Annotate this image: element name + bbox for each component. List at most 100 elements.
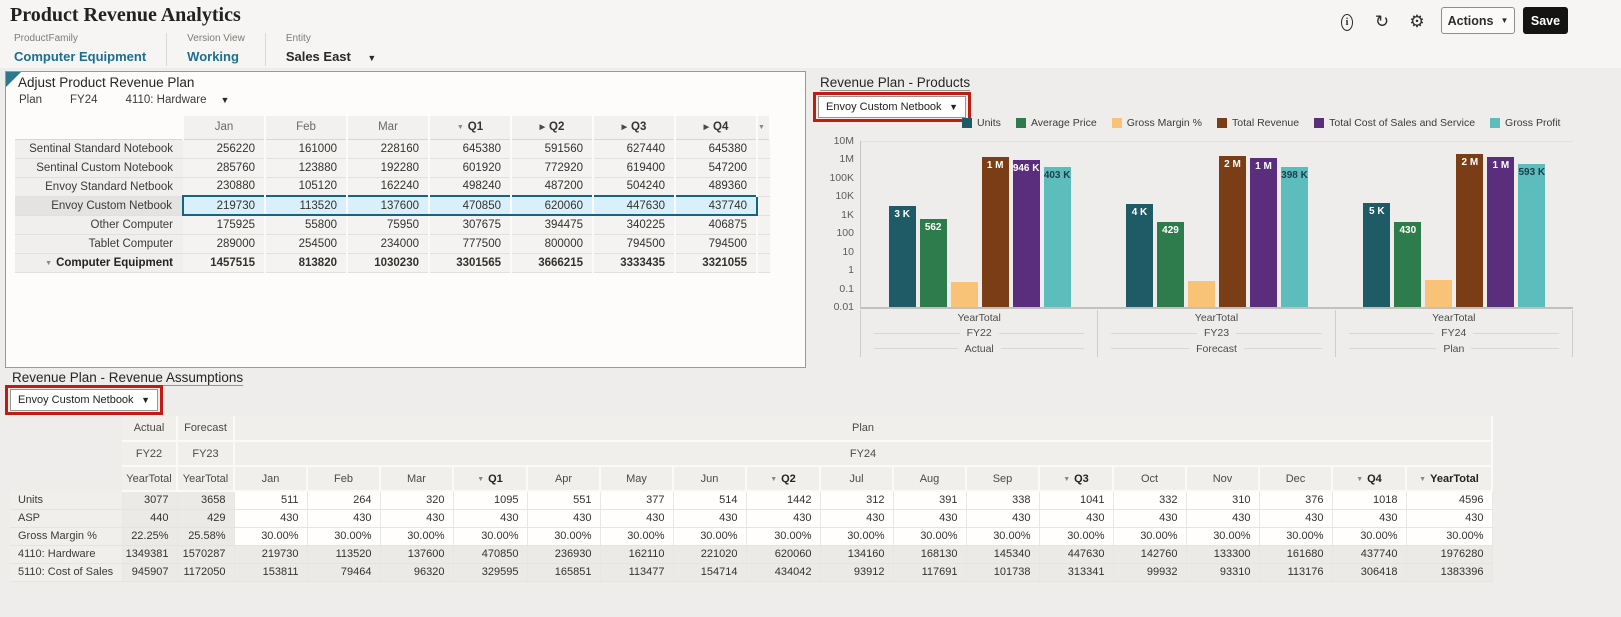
grid-cell[interactable]: 113520 (265, 195, 348, 216)
grid-cell[interactable]: 289000 (183, 234, 266, 254)
grid-cell[interactable]: 162240 (347, 177, 430, 197)
context-account[interactable]: 4110: Hardware (126, 94, 207, 106)
assumption-cell[interactable]: 1018 (1332, 491, 1407, 510)
save-button[interactable]: Save (1523, 7, 1568, 34)
row-header-5110-cost-of-sales[interactable]: 5110: Cost of Sales (10, 563, 123, 582)
assumption-cell[interactable]: 430 (234, 509, 308, 528)
assumption-cell[interactable]: 310 (1186, 491, 1260, 510)
row-header-units[interactable]: Units (10, 491, 123, 510)
grid-cell[interactable]: 645380 (429, 139, 512, 159)
assumption-cell[interactable]: 30.00% (1186, 527, 1260, 546)
assumption-cell[interactable]: 30.00% (527, 527, 601, 546)
grid-cell[interactable]: 394475 (511, 215, 594, 235)
grid-cell[interactable]: 137600 (347, 195, 430, 216)
row-header-envoy-custom-netbook[interactable]: Envoy Custom Netbook (15, 196, 183, 216)
expand-collapse-icon[interactable]: ▼ (758, 124, 765, 131)
row-header-sentinal-standard-notebook[interactable]: Sentinal Standard Notebook (15, 139, 183, 159)
assumption-cell[interactable]: 430 (600, 509, 674, 528)
assumption-cell[interactable]: 30.00% (966, 527, 1040, 546)
grid-cell[interactable]: 228160 (347, 139, 430, 159)
column-header-q2[interactable]: ▼ Q2 (746, 466, 821, 492)
assumption-cell[interactable]: 430 (893, 509, 967, 528)
assumption-cell[interactable]: 338 (966, 491, 1040, 510)
assumption-cell[interactable]: 30.00% (746, 527, 821, 546)
assumption-cell[interactable]: 430 (1186, 509, 1260, 528)
expand-collapse-icon[interactable]: ▼ (45, 260, 52, 267)
grid-cell[interactable]: 161000 (265, 139, 348, 159)
assumption-cell[interactable]: 30.00% (380, 527, 454, 546)
row-header-tablet-computer[interactable]: Tablet Computer (15, 234, 183, 254)
grid-cell[interactable]: 487200 (511, 177, 594, 197)
assumption-cell[interactable]: 4596 (1406, 491, 1493, 510)
expand-collapse-icon[interactable]: ▼ (1419, 476, 1426, 483)
column-header-q1[interactable]: ▼ Q1 (429, 116, 512, 140)
grid-cell[interactable]: 794500 (675, 234, 758, 254)
legend-item-average-price[interactable]: Average Price (1015, 117, 1097, 129)
expand-collapse-icon[interactable]: ▼ (1356, 476, 1363, 483)
assumption-cell[interactable]: 30.00% (893, 527, 967, 546)
expand-icon[interactable]: ▶ (704, 124, 709, 131)
grid-cell[interactable]: 620060 (511, 195, 594, 216)
assumption-cell[interactable]: 30.00% (453, 527, 528, 546)
grid-cell[interactable]: 813820 (265, 253, 348, 273)
grid-cell[interactable]: 175925 (183, 215, 266, 235)
grid-cell[interactable]: 254500 (265, 234, 348, 254)
grid-cell[interactable]: 406875 (675, 215, 758, 235)
assumption-cell[interactable]: 376 (1259, 491, 1333, 510)
grid-cell[interactable]: 192280 (347, 158, 430, 178)
assumption-cell[interactable]: 430 (1259, 509, 1333, 528)
assumption-cell[interactable]: 430 (453, 509, 528, 528)
grid-cell[interactable]: 591560 (511, 139, 594, 159)
assumption-cell[interactable]: 30.00% (1039, 527, 1114, 546)
assumption-cell[interactable]: 430 (380, 509, 454, 528)
row-header-gross-margin[interactable]: Gross Margin % (10, 527, 123, 546)
legend-item-units[interactable]: Units (962, 117, 1001, 129)
assumption-cell[interactable]: 430 (527, 509, 601, 528)
expand-icon[interactable]: ▶ (622, 124, 627, 131)
grid-cell[interactable]: 627440 (593, 139, 676, 159)
assumption-cell[interactable]: 320 (380, 491, 454, 510)
row-header-envoy-standard-netbook[interactable]: Envoy Standard Netbook (15, 177, 183, 197)
pov-field-version[interactable]: Version View Working (187, 33, 266, 66)
column-header-q4[interactable]: ▼ Q4 (1332, 466, 1407, 492)
legend-item-gross-profit[interactable]: Gross Profit (1490, 117, 1560, 129)
assumption-cell[interactable]: 430 (820, 509, 894, 528)
grid-cell[interactable]: 498240 (429, 177, 512, 197)
grid-cell[interactable]: 55800 (265, 215, 348, 235)
assumption-cell[interactable]: 1041 (1039, 491, 1114, 510)
assumption-cell[interactable]: 430 (1039, 509, 1114, 528)
refresh-icon[interactable]: ↻ (1370, 10, 1394, 34)
grid-cell[interactable]: 123880 (265, 158, 348, 178)
expand-collapse-icon[interactable]: ▼ (457, 124, 464, 131)
grid-cell[interactable]: 3333435 (593, 253, 676, 273)
expand-collapse-icon[interactable]: ▼ (1063, 476, 1070, 483)
grid-cell[interactable]: 307675 (429, 215, 512, 235)
assumption-cell[interactable]: 430 (1332, 509, 1407, 528)
assumption-cell[interactable]: 430 (307, 509, 381, 528)
grid-cell[interactable]: 1030230 (347, 253, 430, 273)
grid-cell[interactable]: 777500 (429, 234, 512, 254)
expand-collapse-icon[interactable]: ▼ (770, 476, 777, 483)
column-header-q4[interactable]: ▶ Q4 (675, 116, 758, 140)
grid-cell[interactable]: 340225 (593, 215, 676, 235)
grid-cell[interactable]: 437740 (675, 195, 758, 216)
column-header-q2[interactable]: ▶ Q2 (511, 116, 594, 140)
grid-cell[interactable]: 800000 (511, 234, 594, 254)
pov-value-productfamily[interactable]: Computer Equipment (14, 49, 146, 64)
assumption-cell[interactable]: 30.00% (234, 527, 308, 546)
grid-cell[interactable]: 489360 (675, 177, 758, 197)
actions-button[interactable]: Actions ▼ (1441, 7, 1515, 34)
grid-cell[interactable]: 234000 (347, 234, 430, 254)
assumption-cell[interactable]: 551 (527, 491, 601, 510)
grid-cell[interactable]: 601920 (429, 158, 512, 178)
grid-cell[interactable]: 230880 (183, 177, 266, 197)
expand-icon[interactable]: ▶ (540, 124, 545, 131)
column-header-q3[interactable]: ▶ Q3 (593, 116, 676, 140)
assumption-cell[interactable]: 30.00% (307, 527, 381, 546)
assumption-cell[interactable]: 511 (234, 491, 308, 510)
column-header-yeartotal[interactable]: ▼ (757, 116, 771, 140)
row-header-sentinal-custom-notebook[interactable]: Sentinal Custom Notebook (15, 158, 183, 178)
column-header-q1[interactable]: ▼ Q1 (453, 466, 528, 492)
column-header-yeartotal[interactable]: ▼ YearTotal (1406, 466, 1493, 492)
assumption-cell[interactable]: 264 (307, 491, 381, 510)
